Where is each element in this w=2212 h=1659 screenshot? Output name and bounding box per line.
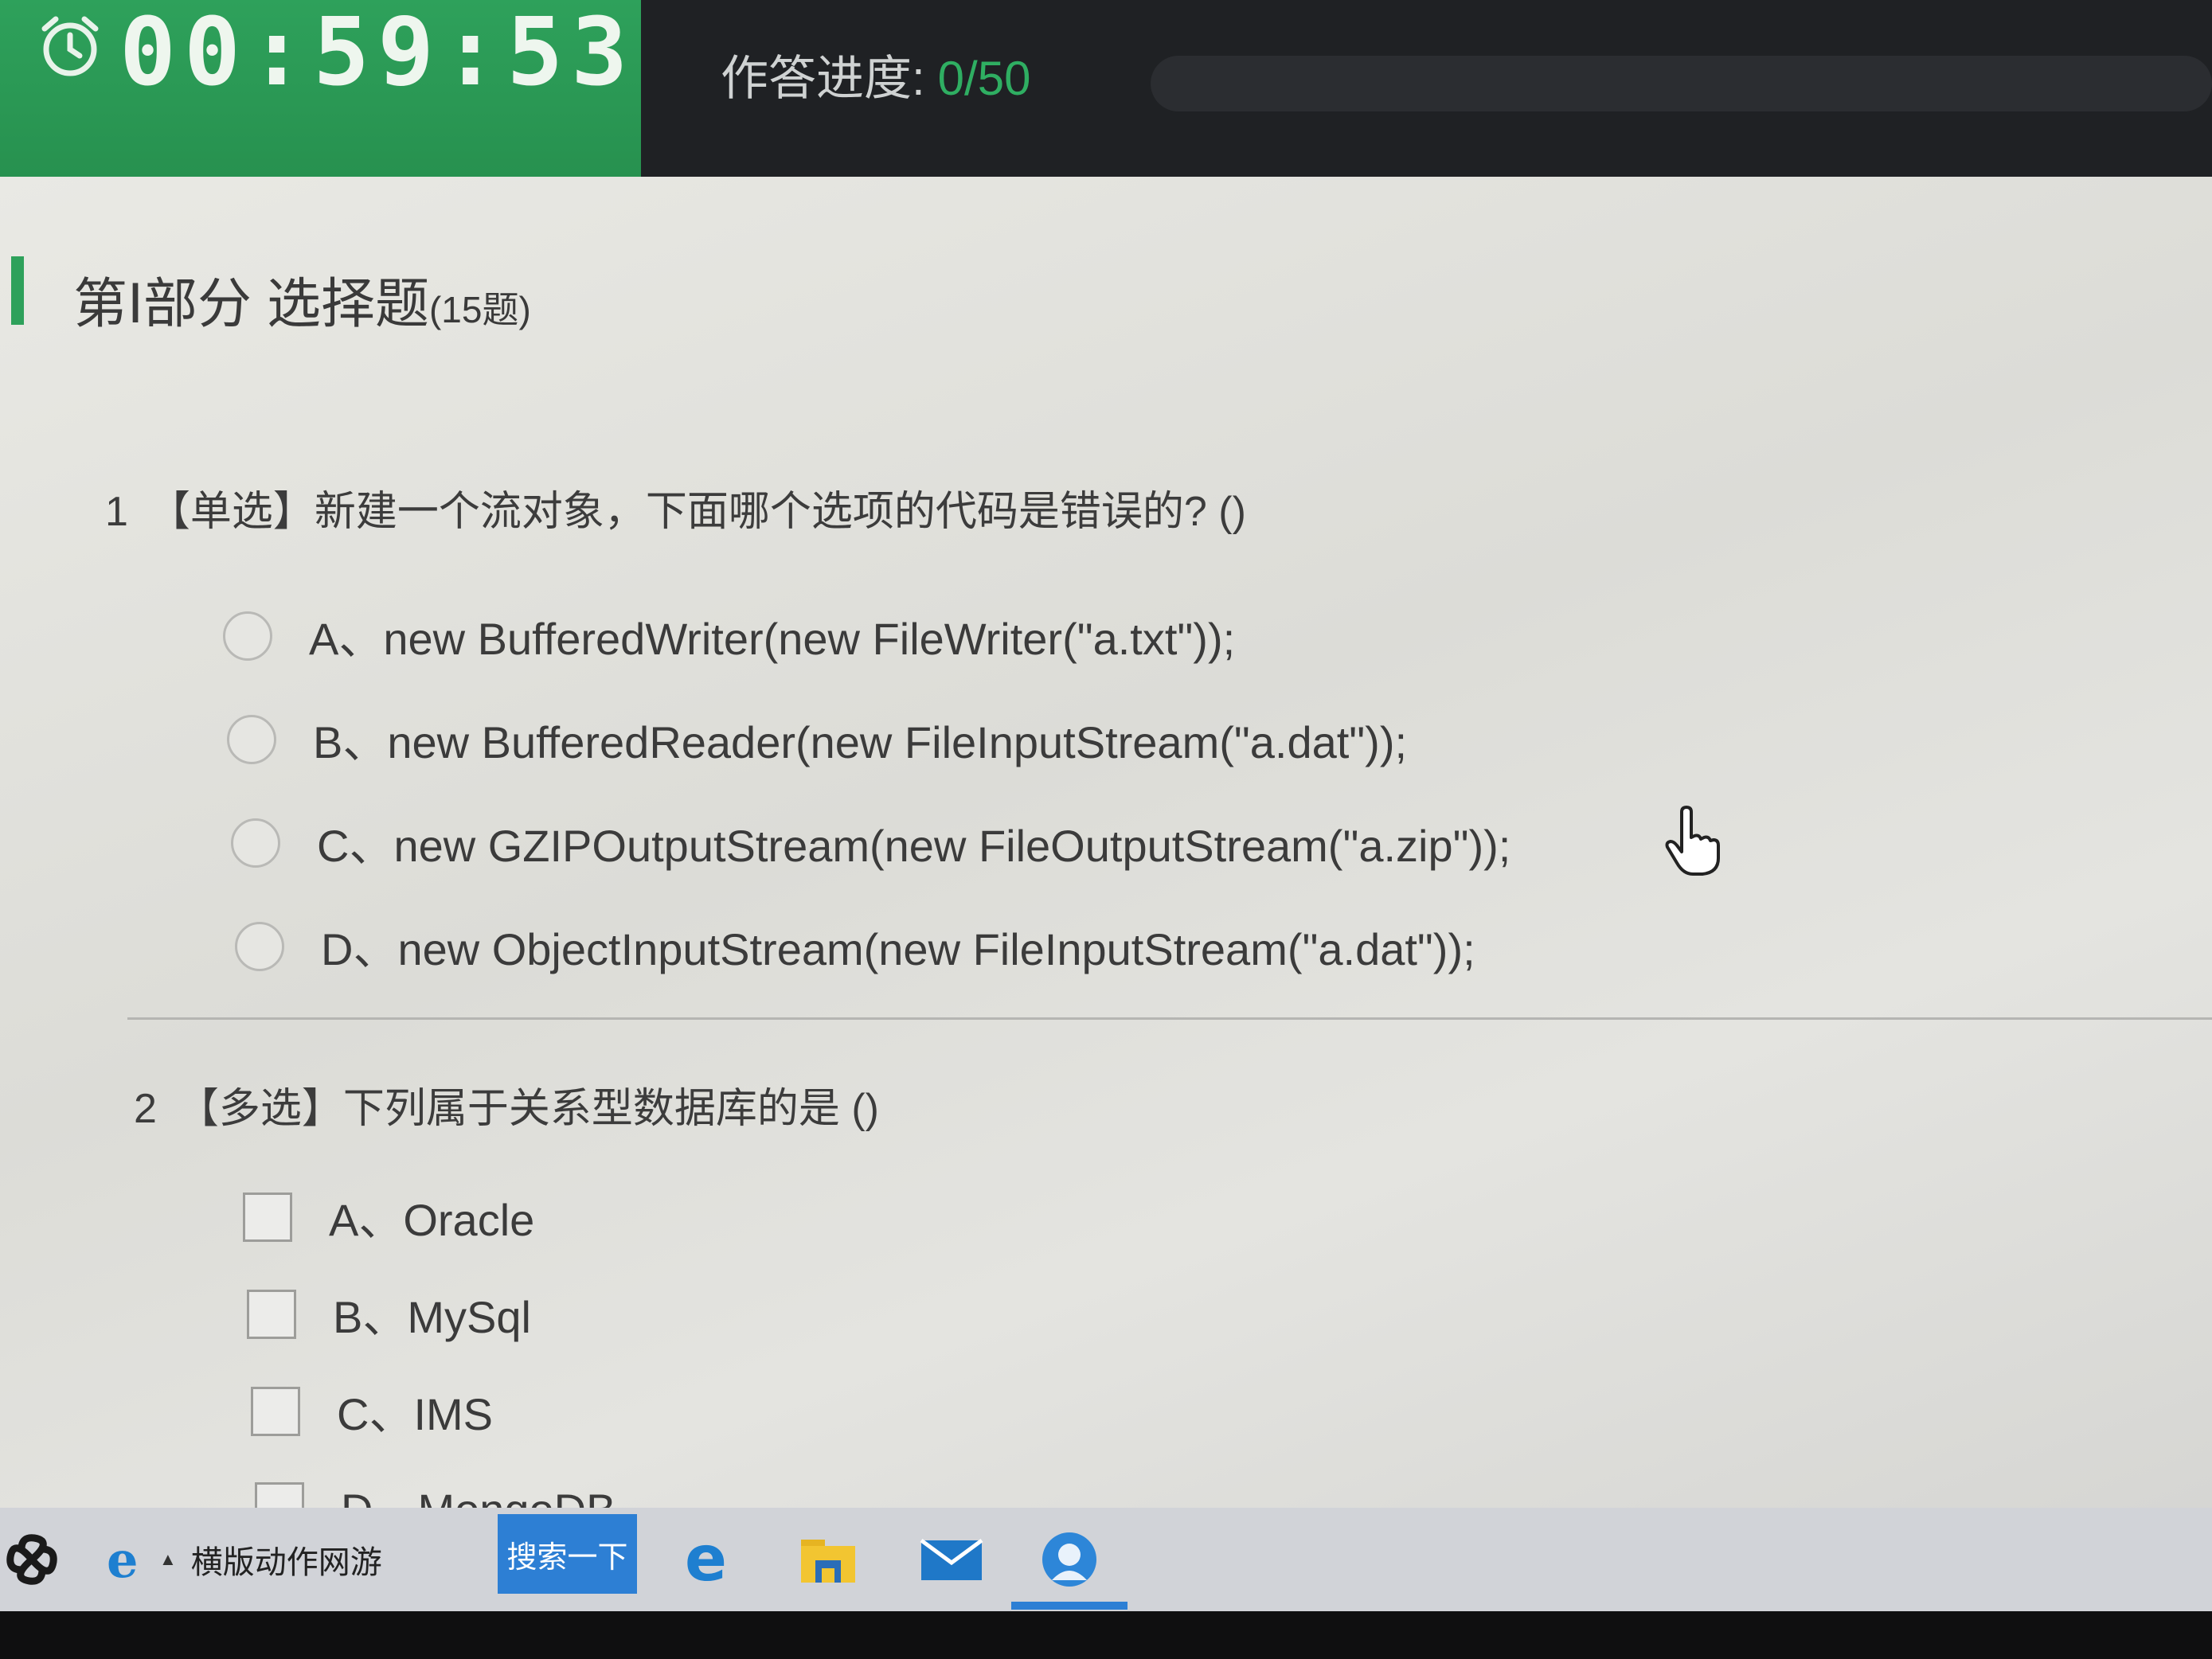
option-label: D、new ObjectInputStream(new FileInputStr… xyxy=(321,924,1475,974)
radio-button[interactable] xyxy=(235,921,284,971)
option-label: C、new GZIPOutputStream(new FileOutputStr… xyxy=(317,821,1511,871)
question-2: 2 【多选】下列属于关系型数据库的是 () xyxy=(134,1075,879,1134)
start-logo-icon xyxy=(6,1534,57,1585)
progress-label: 作答进度: xyxy=(721,52,925,105)
clock-icon xyxy=(41,16,99,76)
file-explorer-icon xyxy=(801,1540,855,1583)
option-label: D、MongoDB xyxy=(341,1474,616,1508)
question-1: 1 【单选】新建一个流对象，下面哪个选项的代码是错误的? () xyxy=(105,478,1246,537)
radio-button[interactable] xyxy=(231,818,280,868)
svg-text:e: e xyxy=(685,1531,727,1588)
q2-option-d[interactable]: D、MongoDB xyxy=(255,1474,616,1508)
search-button[interactable]: 搜索一下 xyxy=(498,1514,637,1594)
option-label: B、new BufferedReader(new FileInputStream… xyxy=(313,717,1408,767)
progress-value: 0/50 xyxy=(937,52,1031,105)
active-app-indicator xyxy=(1011,1602,1127,1610)
option-label: A、new BufferedWriter(new FileWriter("a.t… xyxy=(309,614,1236,664)
option-label: C、IMS xyxy=(337,1389,493,1439)
countdown-timer: 00:59:53 xyxy=(119,0,636,107)
taskbar-mail[interactable] xyxy=(908,1508,995,1611)
taskbar-user-app[interactable] xyxy=(1019,1508,1120,1611)
question-text: 【单选】新建一个流对象，下面哪个选项的代码是错误的? () xyxy=(148,489,1246,535)
timer-panel: 00:59:53 xyxy=(0,0,641,177)
q1-option-c[interactable]: C、new GZIPOutputStream(new FileOutputStr… xyxy=(231,810,1510,875)
section-question-count: (15题) xyxy=(428,289,531,330)
q2-option-b[interactable]: B、MySql xyxy=(247,1282,531,1346)
radio-button[interactable] xyxy=(227,714,276,764)
dropdown-arrow-icon: ▲ xyxy=(159,1549,177,1569)
q2-option-a[interactable]: A、Oracle xyxy=(243,1185,534,1249)
question-number: 2 xyxy=(134,1086,157,1132)
user-app-icon xyxy=(1042,1532,1096,1587)
screen-bezel xyxy=(0,1611,2212,1659)
q1-option-b[interactable]: B、new BufferedReader(new FileInputStream… xyxy=(227,707,1407,771)
question-text: 【多选】下列属于关系型数据库的是 () xyxy=(177,1086,880,1132)
svg-text:e: e xyxy=(107,1536,138,1583)
start-button[interactable] xyxy=(0,1508,64,1611)
progress-bar xyxy=(1151,56,2212,111)
q1-option-a[interactable]: A、new BufferedWriter(new FileWriter("a.t… xyxy=(223,603,1235,668)
question-number: 1 xyxy=(105,489,128,535)
option-label: A、Oracle xyxy=(329,1195,535,1245)
checkbox[interactable] xyxy=(243,1192,292,1242)
ie-icon: e xyxy=(107,1536,138,1583)
section-title: 第Ⅰ部分 选择题(15题) xyxy=(73,260,531,338)
taskbar-search-box[interactable]: e ▲ 横版动作网游 xyxy=(104,1508,486,1611)
exam-header: 00:59:53 作答进度: 0/50 xyxy=(0,0,2212,177)
search-input[interactable]: 横版动作网游 xyxy=(191,1536,382,1583)
checkbox[interactable] xyxy=(251,1386,300,1436)
option-label: B、MySql xyxy=(333,1292,531,1342)
taskbar-file-explorer[interactable] xyxy=(788,1508,868,1611)
mail-icon xyxy=(920,1538,983,1580)
checkbox[interactable] xyxy=(255,1481,304,1508)
answer-progress: 作答进度: 0/50 xyxy=(721,40,1030,109)
radio-button[interactable] xyxy=(223,611,272,661)
section-accent-bar xyxy=(11,256,24,325)
q1-option-d[interactable]: D、new ObjectInputStream(new FileInputStr… xyxy=(235,914,1475,978)
taskbar-edge[interactable]: e xyxy=(669,1508,748,1611)
taskbar: e ▲ 横版动作网游 搜索一下 e xyxy=(0,1508,2212,1611)
section-title-text: 第Ⅰ部分 选择题 xyxy=(73,274,429,334)
edge-icon: e xyxy=(685,1531,727,1588)
question-divider xyxy=(127,1017,2212,1020)
checkbox[interactable] xyxy=(247,1289,296,1339)
q2-option-c[interactable]: C、IMS xyxy=(251,1379,493,1443)
question-area: 第Ⅰ部分 选择题(15题) 1 【单选】新建一个流对象，下面哪个选项的代码是错误的… xyxy=(0,177,2212,1508)
hand-cursor-icon xyxy=(1665,806,1720,876)
